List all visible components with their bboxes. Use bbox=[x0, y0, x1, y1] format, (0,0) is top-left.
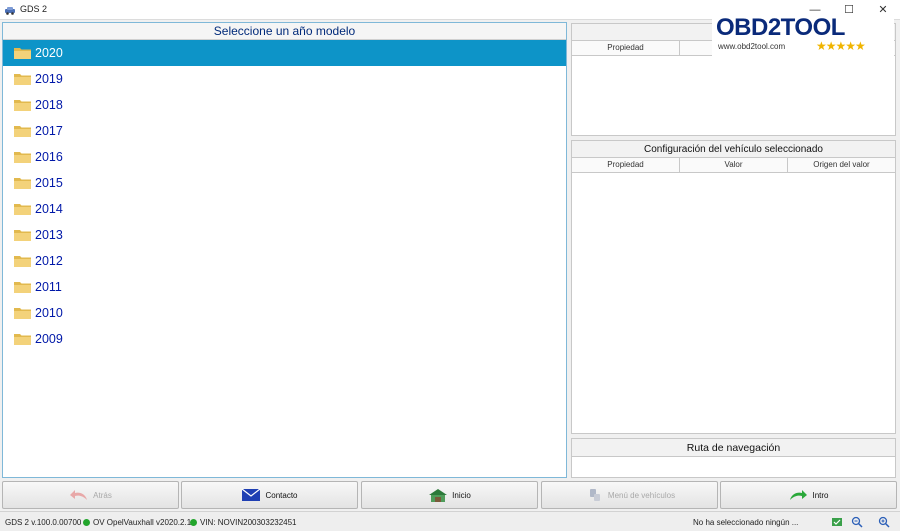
year-label: 2017 bbox=[35, 124, 63, 138]
folder-icon bbox=[14, 74, 31, 85]
folder-icon bbox=[14, 48, 31, 59]
connection-icon[interactable] bbox=[831, 516, 843, 528]
folder-icon bbox=[14, 152, 31, 163]
vehicle-config-panel: Configuración del vehículo seleccionado … bbox=[571, 140, 896, 434]
year-label: 2019 bbox=[35, 72, 63, 86]
year-item-2019[interactable]: 2019 bbox=[3, 66, 566, 92]
zoom-out-icon[interactable] bbox=[851, 516, 863, 528]
navigation-path-panel: Ruta de navegación bbox=[571, 438, 896, 478]
year-item-2010[interactable]: 2010 bbox=[3, 300, 566, 326]
ov-status: OV OpelVauxhall v2020.2.1 bbox=[83, 518, 191, 527]
year-label: 2013 bbox=[35, 228, 63, 242]
navigation-path-title: Ruta de navegación bbox=[572, 439, 895, 457]
back-button-label: Atrás bbox=[93, 490, 112, 500]
folder-icon bbox=[14, 204, 31, 215]
model-year-header: Seleccione un año modelo bbox=[3, 23, 566, 40]
year-item-2013[interactable]: 2013 bbox=[3, 222, 566, 248]
version-text: GDS 2 v.100.0.00700 bbox=[5, 518, 82, 527]
app-car-icon bbox=[5, 7, 15, 15]
zoom-in-icon[interactable] bbox=[878, 516, 890, 528]
garage-home-icon bbox=[429, 489, 448, 502]
vin-text: VIN: NOVIN200303232451 bbox=[200, 518, 297, 527]
model-year-panel: Seleccione un año modelo 2020 2019 2018 201… bbox=[2, 22, 567, 478]
status-ok-icon bbox=[190, 519, 197, 526]
forward-arrow-icon bbox=[790, 490, 808, 500]
folder-icon bbox=[14, 178, 31, 189]
contact-button[interactable]: Contacto bbox=[181, 481, 358, 509]
year-label: 2020 bbox=[35, 46, 63, 60]
config-table-header: Propiedad Valor Origen del valor bbox=[572, 158, 895, 173]
year-item-2012[interactable]: 2012 bbox=[3, 248, 566, 274]
year-label: 2009 bbox=[35, 332, 63, 346]
column-header[interactable]: Propiedad bbox=[572, 41, 680, 55]
folder-icon bbox=[14, 256, 31, 267]
back-button[interactable]: Atrás bbox=[2, 481, 179, 509]
year-item-2009[interactable]: 2009 bbox=[3, 326, 566, 352]
year-label: 2015 bbox=[35, 176, 63, 190]
back-arrow-icon bbox=[70, 490, 88, 500]
envelope-icon bbox=[242, 488, 261, 501]
year-item-2016[interactable]: 2016 bbox=[3, 144, 566, 170]
config-panel-title: Configuración del vehículo seleccionado bbox=[572, 141, 895, 158]
year-label: 2010 bbox=[35, 306, 63, 320]
year-label: 2016 bbox=[35, 150, 63, 164]
vehicle-menu-button-label: Menú de vehículos bbox=[607, 490, 676, 500]
folder-icon bbox=[14, 126, 31, 137]
window-title: GDS 2 bbox=[20, 4, 48, 14]
status-ok-icon bbox=[83, 519, 90, 526]
watermark-stars: ★★★★★ bbox=[816, 39, 866, 53]
year-item-2014[interactable]: 2014 bbox=[3, 196, 566, 222]
obd2tool-watermark-logo: OBD2TOOL www.obd2tool.com ★★★★★ bbox=[712, 14, 894, 56]
year-item-2018[interactable]: 2018 bbox=[3, 92, 566, 118]
column-header-origin[interactable]: Origen del valor bbox=[788, 158, 895, 172]
enter-button-label: Intro bbox=[812, 490, 829, 500]
folder-icon bbox=[14, 100, 31, 111]
year-label: 2012 bbox=[35, 254, 63, 268]
vehicle-menu-icon bbox=[589, 489, 600, 501]
year-label: 2018 bbox=[35, 98, 63, 112]
watermark-brand: OBD2TOOL bbox=[716, 14, 845, 41]
year-item-2020[interactable]: 2020 bbox=[3, 40, 566, 66]
home-button-label: Inicio bbox=[452, 490, 471, 500]
enter-button[interactable]: Intro bbox=[720, 481, 897, 509]
home-button[interactable]: Inicio bbox=[361, 481, 538, 509]
folder-icon bbox=[14, 282, 31, 293]
contact-button-label: Contacto bbox=[265, 490, 298, 500]
status-bar: GDS 2 v.100.0.00700 OV OpelVauxhall v202… bbox=[0, 511, 900, 531]
year-item-2011[interactable]: 2011 bbox=[3, 274, 566, 300]
status-message: No ha seleccionado ningún ... bbox=[693, 518, 799, 527]
column-header-property[interactable]: Propiedad bbox=[572, 158, 680, 172]
year-item-2017[interactable]: 2017 bbox=[3, 118, 566, 144]
folder-icon bbox=[14, 230, 31, 241]
folder-icon bbox=[14, 334, 31, 345]
watermark-site: www.obd2tool.com bbox=[718, 42, 786, 51]
bottom-button-bar: Atrás Contacto Inicio Menú de vehículos … bbox=[0, 481, 900, 510]
year-label: 2011 bbox=[35, 280, 62, 294]
model-year-list: 2020 2019 2018 2017 2016 2015 2014 2013 2012 2011… bbox=[3, 40, 566, 352]
folder-icon bbox=[14, 308, 31, 319]
column-header-value[interactable]: Valor bbox=[680, 158, 788, 172]
ov-text: OV OpelVauxhall v2020.2.1 bbox=[93, 518, 192, 527]
year-label: 2014 bbox=[35, 202, 63, 216]
vin-status: VIN: NOVIN200303232451 bbox=[190, 518, 297, 527]
vehicle-menu-button[interactable]: Menú de vehículos bbox=[541, 481, 718, 509]
year-item-2015[interactable]: 2015 bbox=[3, 170, 566, 196]
